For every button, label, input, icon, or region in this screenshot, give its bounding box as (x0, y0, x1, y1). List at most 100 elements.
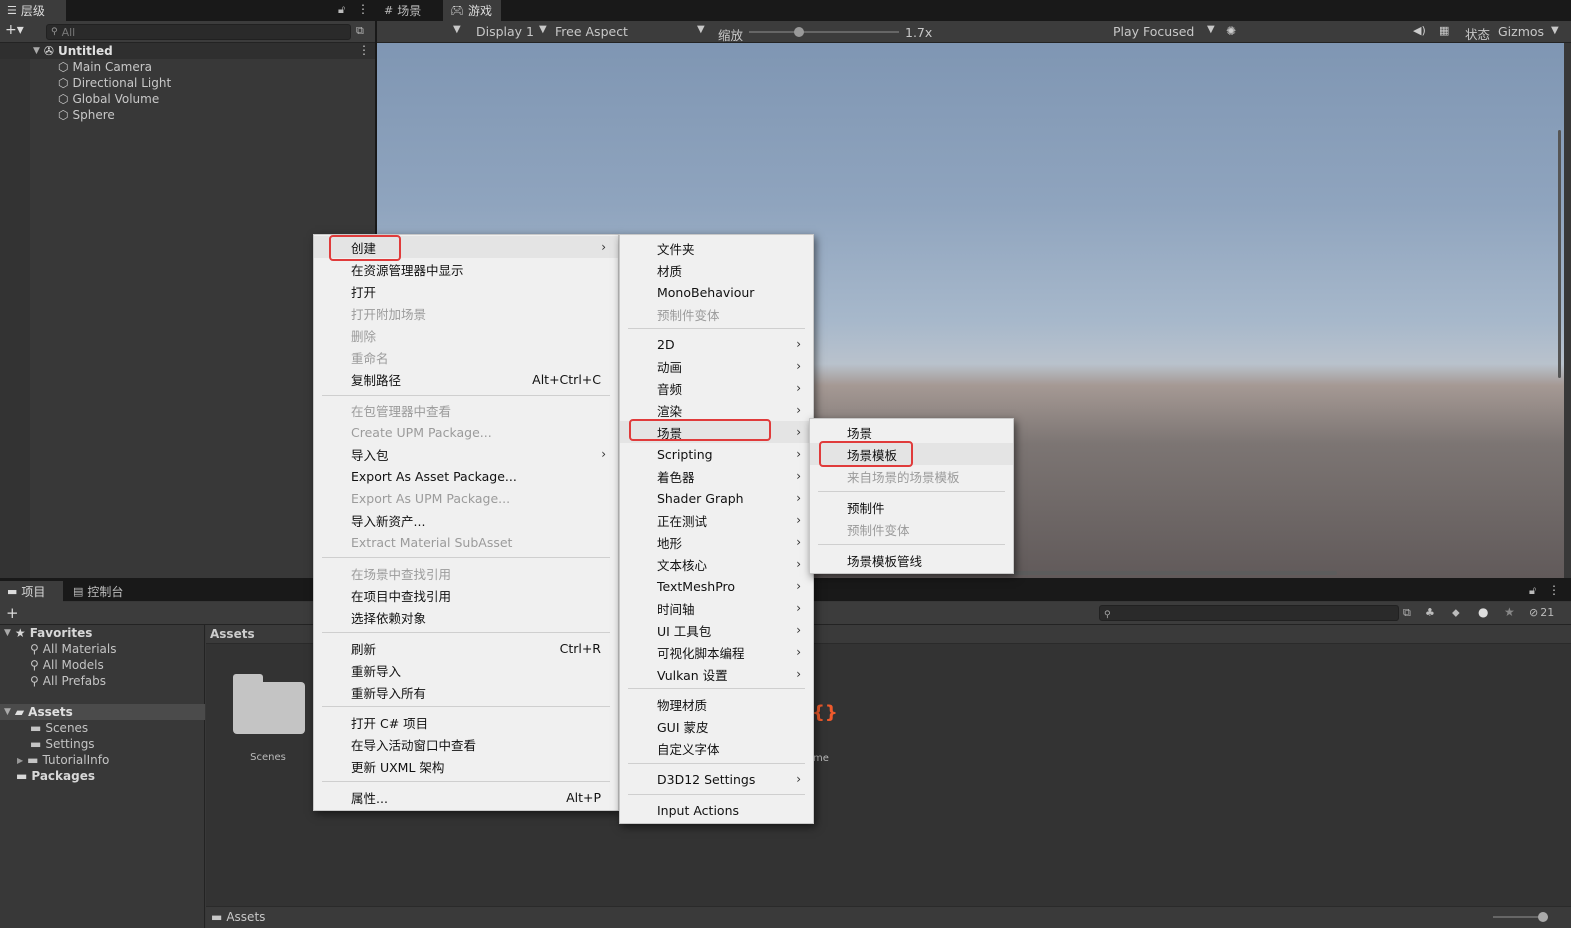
menu-item[interactable]: 打开 (314, 280, 618, 302)
project-more-icon[interactable]: ⋮ (1548, 583, 1560, 597)
aspect-dropdown[interactable]: Free Aspect ▼ (555, 24, 707, 39)
star-icon[interactable]: ★ (1504, 605, 1515, 619)
menu-item[interactable]: 时间轴 › (620, 597, 813, 619)
menu-item[interactable]: Scripting › (620, 443, 813, 465)
expand-arrow-icon[interactable]: ▼ (33, 46, 40, 56)
menu-item[interactable]: UI 工具包 › (620, 619, 813, 641)
menu-item[interactable]: 属性... Alt+P (314, 786, 618, 808)
game-mode-dropdown[interactable]: ▼ (453, 24, 461, 35)
lock-icon[interactable]: 🔓︎ (338, 3, 345, 17)
menu-item[interactable]: 可视化脚本编程 › (620, 641, 813, 663)
menu-item[interactable]: 导入包 › (314, 443, 618, 465)
hierarchy-item[interactable]: ⬡ Sphere (58, 107, 115, 123)
menu-item[interactable]: GUI 蒙皮 (620, 715, 813, 737)
menu-item[interactable]: MonoBehaviour (620, 281, 813, 303)
scale-slider[interactable] (749, 27, 899, 37)
search-options-icon[interactable]: ⧉ (356, 24, 364, 38)
tab-scene[interactable]: # 场景 (377, 0, 441, 21)
menu-item[interactable]: 在导入活动窗口中查看 (314, 733, 618, 755)
search-options-icon[interactable]: ⧉ (1403, 606, 1411, 620)
icon-size-slider[interactable] (1493, 912, 1548, 922)
menu-item[interactable]: 渲染 › (620, 399, 813, 421)
gizmos-dropdown[interactable]: ▼ (1551, 25, 1559, 36)
keyboard-icon[interactable]: ▦ (1439, 24, 1449, 37)
tab-game[interactable]: 🎮︎ 游戏 (443, 0, 501, 21)
menu-item[interactable]: 地形 › (620, 531, 813, 553)
bug-icon[interactable]: ✺ (1226, 24, 1236, 38)
project-search-input[interactable]: ⚲ (1099, 605, 1399, 621)
display-dropdown[interactable]: Display 1 ▼ (476, 24, 551, 39)
menu-item[interactable]: 文本核心 › (620, 553, 813, 575)
viewport-hscrollbar[interactable] (1013, 571, 1337, 575)
hierarchy-item[interactable]: ⬡ Global Volume (58, 91, 159, 107)
menu-item[interactable]: 更新 UXML 架构 (314, 755, 618, 777)
menu-item[interactable]: 自定义字体 (620, 737, 813, 759)
gizmos-button[interactable]: Gizmos (1498, 24, 1544, 39)
favorites-node[interactable]: ▼ ★ Favorites (4, 625, 92, 641)
menu-item[interactable]: 动画 › (620, 355, 813, 377)
expand-arrow-icon[interactable]: ▶ (17, 756, 23, 765)
menu-item[interactable]: 选择依赖对象 (314, 606, 618, 628)
menu-item[interactable]: Vulkan 设置 › (620, 663, 813, 685)
scale-slider-thumb[interactable] (793, 27, 804, 37)
menu-item[interactable]: 文件夹 (620, 237, 813, 259)
menu-item[interactable]: 正在测试 › (620, 509, 813, 531)
play-mode-dropdown[interactable]: Play Focused ▼ (1113, 24, 1219, 39)
menu-item[interactable]: 重新导入 (314, 659, 618, 681)
audio-icon[interactable]: ◀) (1413, 24, 1426, 37)
project-lock-icon[interactable]: 🔓︎ (1529, 584, 1536, 598)
menu-item[interactable]: 打开 C# 项目 (314, 711, 618, 733)
more-icon[interactable]: ⋮ (357, 2, 369, 16)
menu-item[interactable]: TextMeshPro › (620, 575, 813, 597)
menu-item[interactable]: Export As Asset Package... (314, 465, 618, 487)
scenes-folder-tile[interactable]: Scenes (228, 672, 308, 767)
breadcrumb[interactable]: Assets (210, 627, 255, 641)
hierarchy-tab[interactable]: ☰ 层级 (0, 0, 66, 21)
assets-node[interactable]: ▼ ▰ Assets (4, 704, 73, 720)
favorite-item[interactable]: ⚲ All Prefabs (30, 673, 106, 689)
menu-item[interactable]: 音频 › (620, 377, 813, 399)
menu-item[interactable]: 在资源管理器中显示 (314, 258, 618, 280)
scene-root[interactable]: ▼ ✇ Untitled (33, 43, 113, 59)
hierarchy-item[interactable]: ⬡ Directional Light (58, 75, 171, 91)
script-asset-icon[interactable]: {} (812, 702, 838, 723)
menu-item[interactable]: 导入新资产... (314, 509, 618, 531)
add-button[interactable]: +▾ (5, 22, 24, 38)
packages-node[interactable]: ▬ Packages (16, 768, 95, 784)
menu-item[interactable]: 在项目中查找引用 (314, 584, 618, 606)
tab-project[interactable]: ▬ 项目 (0, 581, 63, 602)
menu-separator (322, 632, 610, 633)
menu-item[interactable]: 刷新 Ctrl+R (314, 637, 618, 659)
menu-item[interactable]: 场景模板管线 (810, 549, 1013, 571)
menu-item[interactable]: 物理材质 (620, 693, 813, 715)
tab-console[interactable]: ▤ 控制台 (66, 581, 136, 602)
scene-more-icon[interactable]: ⋮ (358, 43, 370, 57)
project-add-button[interactable]: + (6, 604, 19, 622)
asset-folder-item[interactable]: ▶ ▬ TutorialInfo (17, 752, 109, 768)
hierarchy-item[interactable]: ⬡ Main Camera (58, 59, 152, 75)
menu-item[interactable]: 材质 (620, 259, 813, 281)
favorite-item[interactable]: ⚲ All Models (30, 657, 104, 673)
expand-arrow-icon[interactable]: ▼ (4, 628, 11, 638)
viewport-scrollbar[interactable] (1558, 130, 1561, 378)
menu-item[interactable]: 场景 (810, 421, 1013, 443)
stats-button[interactable]: 状态 (1465, 24, 1490, 43)
menu-item[interactable]: D3D12 Settings › (620, 768, 813, 790)
menu-item[interactable]: 复制路径 Alt+Ctrl+C (314, 368, 618, 390)
asset-folder-item[interactable]: ▬ Scenes (30, 720, 88, 736)
menu-item[interactable]: Input Actions (620, 799, 813, 821)
menu-item[interactable]: 预制件 (810, 496, 1013, 518)
menu-item[interactable]: 着色器 › (620, 465, 813, 487)
menu-item[interactable]: 2D › (620, 333, 813, 355)
menu-item[interactable]: Shader Graph › (620, 487, 813, 509)
menu-item[interactable]: 重新导入所有 (314, 681, 618, 703)
favorite-item[interactable]: ⚲ All Materials (30, 641, 117, 657)
asset-folder-item[interactable]: ▬ Settings (30, 736, 95, 752)
filter-label-icon[interactable]: ⬥ (1452, 606, 1460, 620)
filter-type-icon[interactable]: ♣ (1425, 606, 1435, 619)
icon-size-thumb[interactable] (1538, 912, 1548, 922)
hidden-packages-toggle[interactable]: ⊘ 21 (1529, 606, 1554, 619)
hierarchy-search-input[interactable]: ⚲ All (46, 24, 351, 40)
expand-arrow-icon[interactable]: ▼ (4, 707, 11, 717)
info-icon[interactable]: ● (1478, 605, 1488, 619)
